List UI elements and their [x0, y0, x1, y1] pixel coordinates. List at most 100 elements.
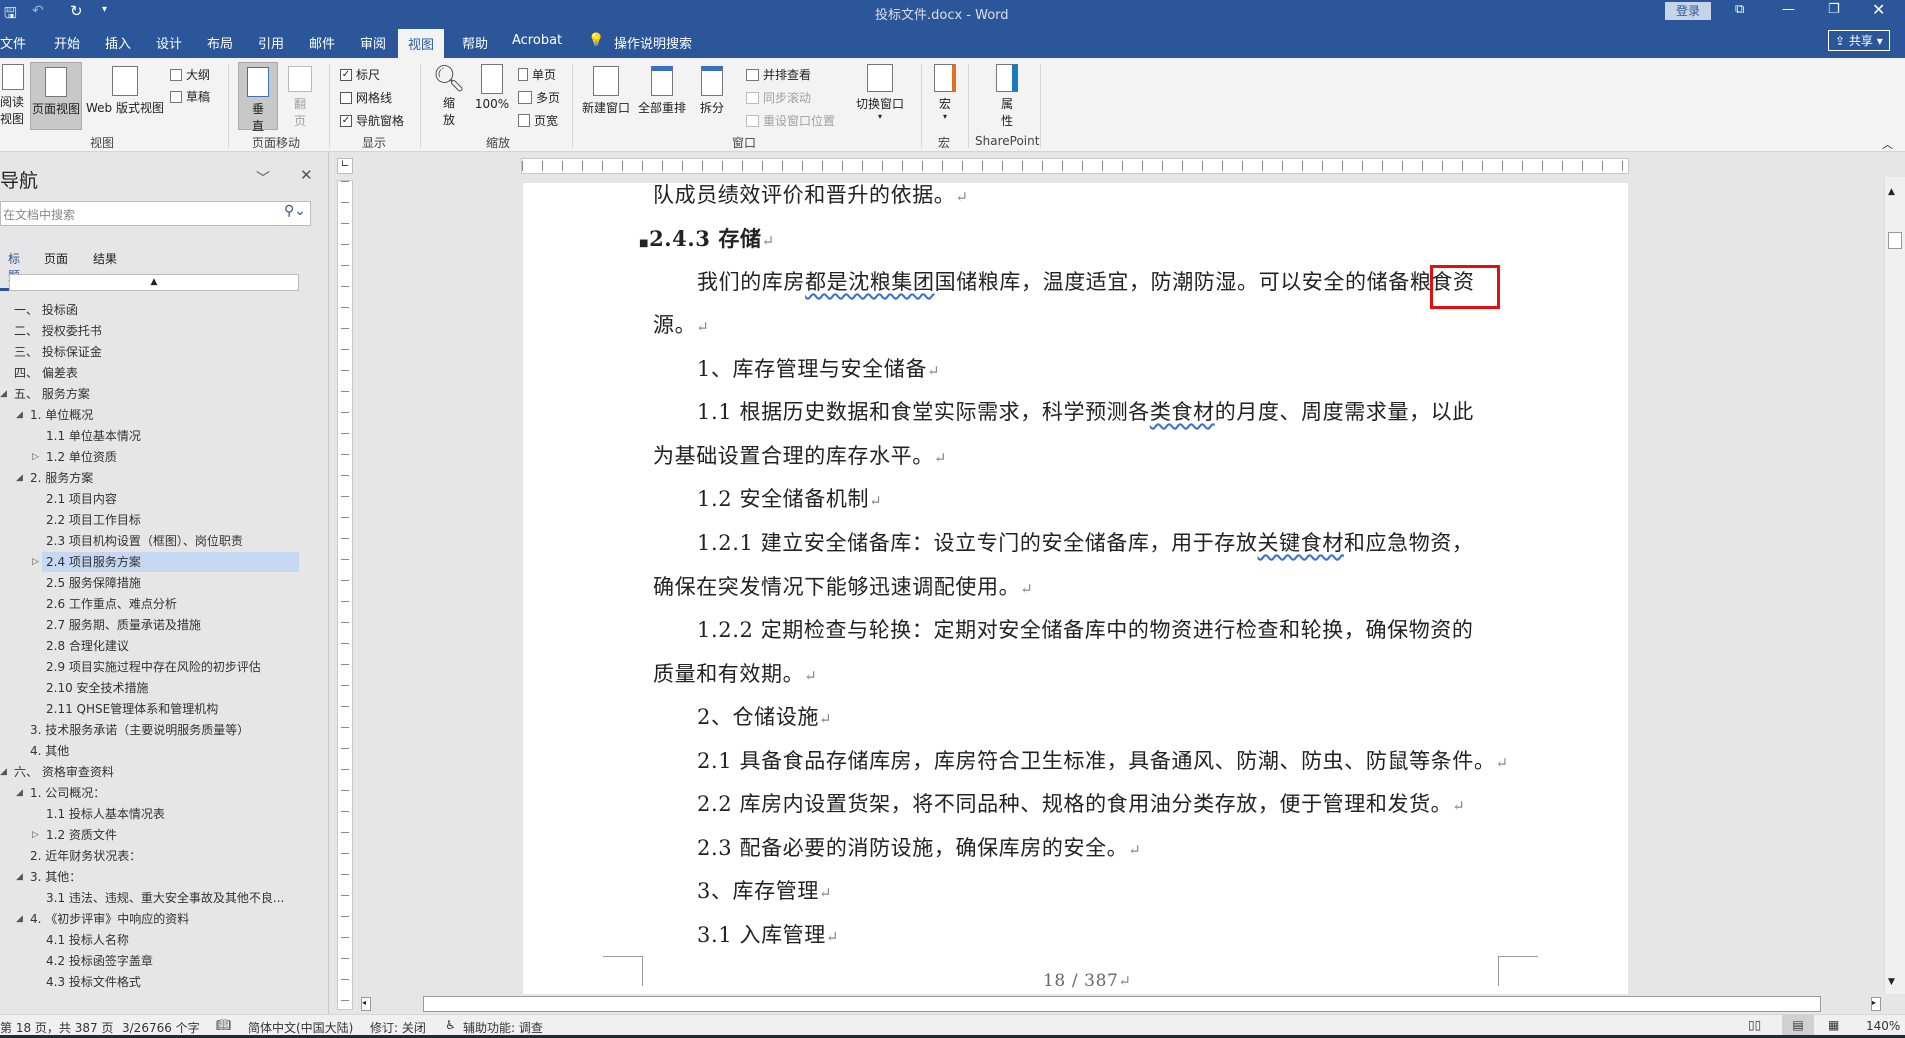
- horizontal-ruler[interactable]: [521, 158, 1629, 174]
- nav-pane-checkbox[interactable]: ✓ 导航窗格: [340, 112, 404, 129]
- nav-heading-item[interactable]: 2. 近年财务状况表：: [30, 846, 141, 866]
- nav-close-icon[interactable]: ✕: [300, 166, 313, 184]
- undo-icon[interactable]: ↶: [32, 3, 44, 19]
- zoom-level[interactable]: 140%: [1866, 1019, 1900, 1033]
- nav-heading-item[interactable]: 4.1 投标人名称: [46, 930, 129, 950]
- horizontal-scrollbar[interactable]: ◂ ▸: [353, 994, 1884, 1014]
- save-icon[interactable]: 🖫: [4, 3, 17, 28]
- nav-heading-item[interactable]: 1.1 单位基本情况: [46, 426, 141, 446]
- nav-heading-item[interactable]: 2.3 项目机构设置（框图）、岗位职责: [46, 531, 243, 551]
- expanded-triangle-icon[interactable]: ◢: [0, 767, 7, 777]
- nav-heading-item[interactable]: 1. 公司概况：: [30, 783, 105, 803]
- collapsed-triangle-icon[interactable]: ▷: [32, 452, 39, 462]
- read-mode-view-icon[interactable]: ▯▯: [1748, 1018, 1761, 1032]
- tab-selector-icon[interactable]: ∟: [337, 158, 353, 174]
- customize-qat-icon[interactable]: ▾: [102, 4, 107, 15]
- nav-heading-item[interactable]: 一、 投标函: [14, 300, 78, 320]
- tab-review[interactable]: 审阅: [360, 33, 386, 52]
- vertical-scrollbar[interactable]: ▲ ▼: [1884, 177, 1905, 994]
- nav-heading-item[interactable]: 1. 单位概况: [30, 405, 93, 425]
- redo-icon[interactable]: ↻: [70, 2, 83, 20]
- reset-window-button[interactable]: 重设窗口位置: [746, 112, 835, 129]
- nav-heading-item[interactable]: 2.5 服务保障措施: [46, 573, 141, 593]
- nav-heading-item[interactable]: 2.8 合理化建议: [46, 636, 129, 656]
- vertical-button[interactable]: 垂直: [238, 62, 278, 133]
- read-mode-button[interactable]: 阅读视图: [0, 64, 26, 127]
- view-side-by-side-button[interactable]: 并排查看: [746, 66, 811, 83]
- nav-heading-item[interactable]: 4.3 投标文件格式: [46, 972, 141, 992]
- nav-heading-item[interactable]: 2.11 QHSE管理体系和管理机构: [46, 699, 218, 719]
- collapsed-triangle-icon[interactable]: ▷: [32, 557, 39, 567]
- tab-file[interactable]: 文件: [0, 33, 26, 52]
- expanded-triangle-icon[interactable]: ◢: [16, 473, 23, 483]
- properties-button[interactable]: 属性: [990, 64, 1024, 129]
- scroll-right-icon[interactable]: ▸: [1871, 997, 1881, 1011]
- tab-help[interactable]: 帮助: [462, 33, 488, 52]
- nav-heading-item[interactable]: 四、 偏差表: [14, 363, 78, 383]
- nav-heading-item[interactable]: 2.6 工作重点、难点分析: [46, 594, 177, 614]
- login-button[interactable]: 登录: [1665, 2, 1711, 20]
- accessibility-status[interactable]: 辅助功能: 调查: [463, 1019, 543, 1036]
- ruler-checkbox[interactable]: ✓ 标尺: [340, 66, 380, 83]
- minimize-icon[interactable]: —: [1782, 2, 1795, 17]
- track-changes-status[interactable]: 修订: 关闭: [370, 1019, 426, 1036]
- nav-tab-results[interactable]: 结果: [93, 250, 117, 267]
- nav-heading-item[interactable]: 3.1 违法、违规、重大安全事故及其他不良...: [46, 888, 284, 908]
- nav-heading-item[interactable]: 2.1 项目内容: [46, 489, 117, 509]
- nav-heading-item[interactable]: 2.2 项目工作目标: [46, 510, 141, 530]
- sync-scroll-button[interactable]: 同步滚动: [746, 89, 811, 106]
- nav-tab-pages[interactable]: 页面: [44, 250, 68, 267]
- switch-window-button[interactable]: 切换窗口 ▾: [852, 64, 908, 121]
- nav-heading-item[interactable]: 4. 《初步评审》中响应的资料: [30, 909, 189, 929]
- split-button[interactable]: 拆分: [694, 66, 730, 116]
- collapsed-triangle-icon[interactable]: ▷: [32, 830, 39, 840]
- nav-heading-item[interactable]: 2.10 安全技术措施: [46, 678, 149, 698]
- expanded-triangle-icon[interactable]: ◢: [0, 389, 7, 399]
- scroll-down-icon[interactable]: ▼: [1888, 977, 1895, 987]
- nav-heading-item[interactable]: 五、 服务方案: [14, 384, 90, 404]
- nav-heading-item[interactable]: 二、 授权委托书: [14, 321, 102, 341]
- expanded-triangle-icon[interactable]: ◢: [16, 914, 23, 924]
- proofing-icon[interactable]: 📖︎: [216, 1018, 231, 1032]
- close-icon[interactable]: ✕: [1872, 0, 1885, 19]
- page-width-button[interactable]: 页宽: [518, 112, 558, 129]
- tab-insert[interactable]: 插入: [105, 33, 131, 52]
- print-layout-button[interactable]: 页面视图: [30, 62, 82, 130]
- tab-mailings[interactable]: 邮件: [309, 33, 335, 52]
- search-icon[interactable]: ⚲⌄: [284, 203, 306, 219]
- tab-references[interactable]: 引用: [258, 33, 284, 52]
- side-to-side-button[interactable]: 翻页: [282, 66, 318, 129]
- tab-design[interactable]: 设计: [156, 33, 182, 52]
- nav-heading-item[interactable]: 1.2 单位资质: [46, 447, 117, 467]
- scroll-to-top-button[interactable]: ▲: [9, 274, 299, 291]
- multiple-pages-button[interactable]: 多页: [518, 89, 560, 106]
- new-window-button[interactable]: 新建窗口: [580, 66, 632, 116]
- nav-heading-item[interactable]: 4.2 投标函签字盖章: [46, 951, 153, 971]
- zoom-100-button[interactable]: 100%: [472, 64, 512, 111]
- nav-heading-item[interactable]: 3. 技术服务承诺（主要说明服务质量等）: [30, 720, 249, 740]
- scroll-thumb[interactable]: [1888, 232, 1902, 249]
- expanded-triangle-icon[interactable]: ◢: [16, 410, 23, 420]
- language[interactable]: 简体中文(中国大陆): [248, 1019, 353, 1036]
- nav-heading-item[interactable]: 三、 投标保证金: [14, 342, 102, 362]
- expanded-triangle-icon[interactable]: ◢: [16, 872, 23, 882]
- restore-icon[interactable]: ❐: [1828, 2, 1840, 17]
- nav-heading-item[interactable]: 六、 资格审查资料: [14, 762, 114, 782]
- print-layout-view-icon[interactable]: ▤: [1782, 1015, 1814, 1036]
- web-layout-view-icon[interactable]: ▦: [1828, 1018, 1839, 1032]
- nav-heading-item[interactable]: 2. 服务方案: [30, 468, 93, 488]
- tell-me-search[interactable]: 操作说明搜索: [614, 33, 692, 52]
- one-page-button[interactable]: 单页: [518, 66, 556, 83]
- nav-heading-item[interactable]: 1.2 资质文件: [46, 825, 117, 845]
- expanded-triangle-icon[interactable]: ◢: [16, 788, 23, 798]
- nav-search-input[interactable]: 在文档中搜索 ⚲⌄: [0, 201, 311, 226]
- nav-heading-item[interactable]: 2.4 项目服务方案: [42, 552, 299, 572]
- nav-heading-item[interactable]: 1.1 投标人基本情况表: [46, 804, 165, 824]
- nav-heading-item[interactable]: 2.7 服务期、质量承诺及措施: [46, 615, 201, 635]
- web-layout-button[interactable]: Web 版式视图: [84, 66, 166, 116]
- nav-heading-item[interactable]: 2.9 项目实施过程中存在风险的初步评估: [46, 657, 261, 677]
- vertical-ruler[interactable]: [337, 180, 353, 1010]
- outline-button[interactable]: 大纲: [170, 66, 210, 83]
- tab-view[interactable]: 视图: [398, 29, 445, 58]
- scroll-up-icon[interactable]: ▲: [1888, 187, 1895, 197]
